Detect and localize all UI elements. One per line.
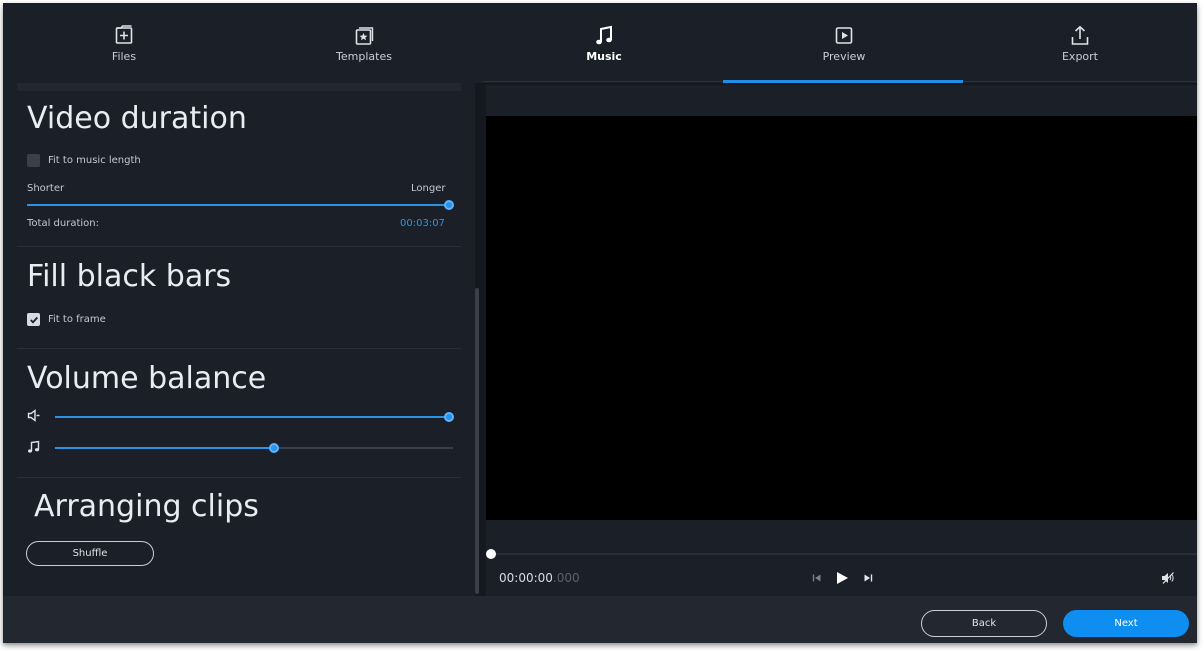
tab-active-underline bbox=[723, 80, 963, 83]
video-preview[interactable] bbox=[486, 116, 1197, 520]
seek-bar[interactable] bbox=[486, 549, 1197, 559]
duration-slider[interactable] bbox=[27, 199, 454, 211]
tab-templates[interactable]: Templates bbox=[245, 3, 483, 83]
slider-fill bbox=[55, 416, 449, 418]
play-icon bbox=[837, 572, 848, 584]
fill-black-bars-title: Fill black bars bbox=[27, 259, 232, 294]
checkmark-icon bbox=[29, 316, 38, 324]
fit-to-music-label: Fit to music length bbox=[48, 155, 141, 166]
longer-label: Longer bbox=[411, 183, 446, 194]
tab-export[interactable]: Export bbox=[961, 3, 1197, 83]
slider-fill bbox=[55, 447, 274, 449]
tab-export-label: Export bbox=[1061, 50, 1098, 63]
slider-handle[interactable] bbox=[268, 443, 279, 453]
total-duration-value: 00:03:07 bbox=[400, 218, 445, 229]
seek-track bbox=[486, 553, 1197, 555]
tab-files[interactable]: Files bbox=[5, 3, 243, 83]
playback-time-main: 00:00:00 bbox=[499, 571, 553, 585]
mute-button[interactable] bbox=[1161, 572, 1175, 584]
tab-divider bbox=[963, 81, 1197, 82]
next-button[interactable]: Next bbox=[1063, 610, 1189, 637]
export-icon bbox=[1071, 25, 1089, 45]
mute-speaker-icon bbox=[1162, 572, 1174, 584]
play-square-icon bbox=[835, 27, 853, 44]
arranging-clips-title: Arranging clips bbox=[34, 489, 259, 524]
back-button[interactable]: Back bbox=[921, 610, 1047, 637]
music-volume-slider[interactable] bbox=[55, 442, 453, 454]
next-frame-button[interactable] bbox=[863, 573, 873, 583]
tab-music[interactable]: Music bbox=[485, 3, 723, 83]
volume-balance-title: Volume balance bbox=[27, 361, 267, 396]
fit-to-frame-label: Fit to frame bbox=[48, 314, 106, 325]
slider-handle[interactable] bbox=[444, 200, 454, 210]
tab-preview-label: Preview bbox=[822, 50, 866, 63]
panel-header-strip bbox=[17, 83, 461, 91]
playback-time: 00:00:00.000 bbox=[499, 571, 580, 585]
slider-handle[interactable] bbox=[444, 412, 454, 422]
tab-divider bbox=[483, 81, 723, 82]
app-window: Files Templates Music Preview Export Vid… bbox=[3, 3, 1197, 643]
settings-scrollbar[interactable] bbox=[475, 288, 479, 594]
seek-handle[interactable] bbox=[486, 549, 496, 559]
video-volume-slider[interactable] bbox=[55, 411, 454, 423]
playback-time-ms: .000 bbox=[552, 571, 580, 585]
music-note-icon bbox=[28, 440, 40, 453]
speaker-icon bbox=[27, 409, 40, 422]
shorter-label: Shorter bbox=[27, 183, 65, 194]
slider-fill bbox=[27, 204, 449, 206]
shuffle-button[interactable]: Shuffle bbox=[26, 541, 154, 566]
total-duration-label: Total duration: bbox=[27, 218, 99, 229]
fit-to-frame-checkbox[interactable] bbox=[27, 313, 40, 326]
tab-files-label: Files bbox=[111, 50, 137, 63]
add-file-icon bbox=[115, 25, 133, 44]
tab-templates-label: Templates bbox=[336, 50, 392, 63]
section-divider bbox=[17, 246, 461, 247]
skip-back-icon bbox=[812, 574, 821, 582]
tab-preview[interactable]: Preview bbox=[725, 3, 963, 83]
video-duration-title: Video duration bbox=[27, 101, 247, 136]
tab-music-label: Music bbox=[586, 50, 622, 63]
skip-forward-icon bbox=[864, 574, 873, 582]
music-note-icon bbox=[596, 25, 612, 45]
section-divider bbox=[17, 477, 461, 478]
templates-icon bbox=[355, 27, 374, 45]
play-button[interactable] bbox=[835, 571, 849, 585]
fit-to-music-checkbox[interactable] bbox=[27, 154, 40, 167]
preview-header-strip bbox=[486, 85, 1197, 116]
section-divider bbox=[17, 348, 461, 349]
previous-frame-button[interactable] bbox=[812, 573, 822, 583]
top-navigation: Files Templates Music Preview Export bbox=[3, 3, 1197, 83]
